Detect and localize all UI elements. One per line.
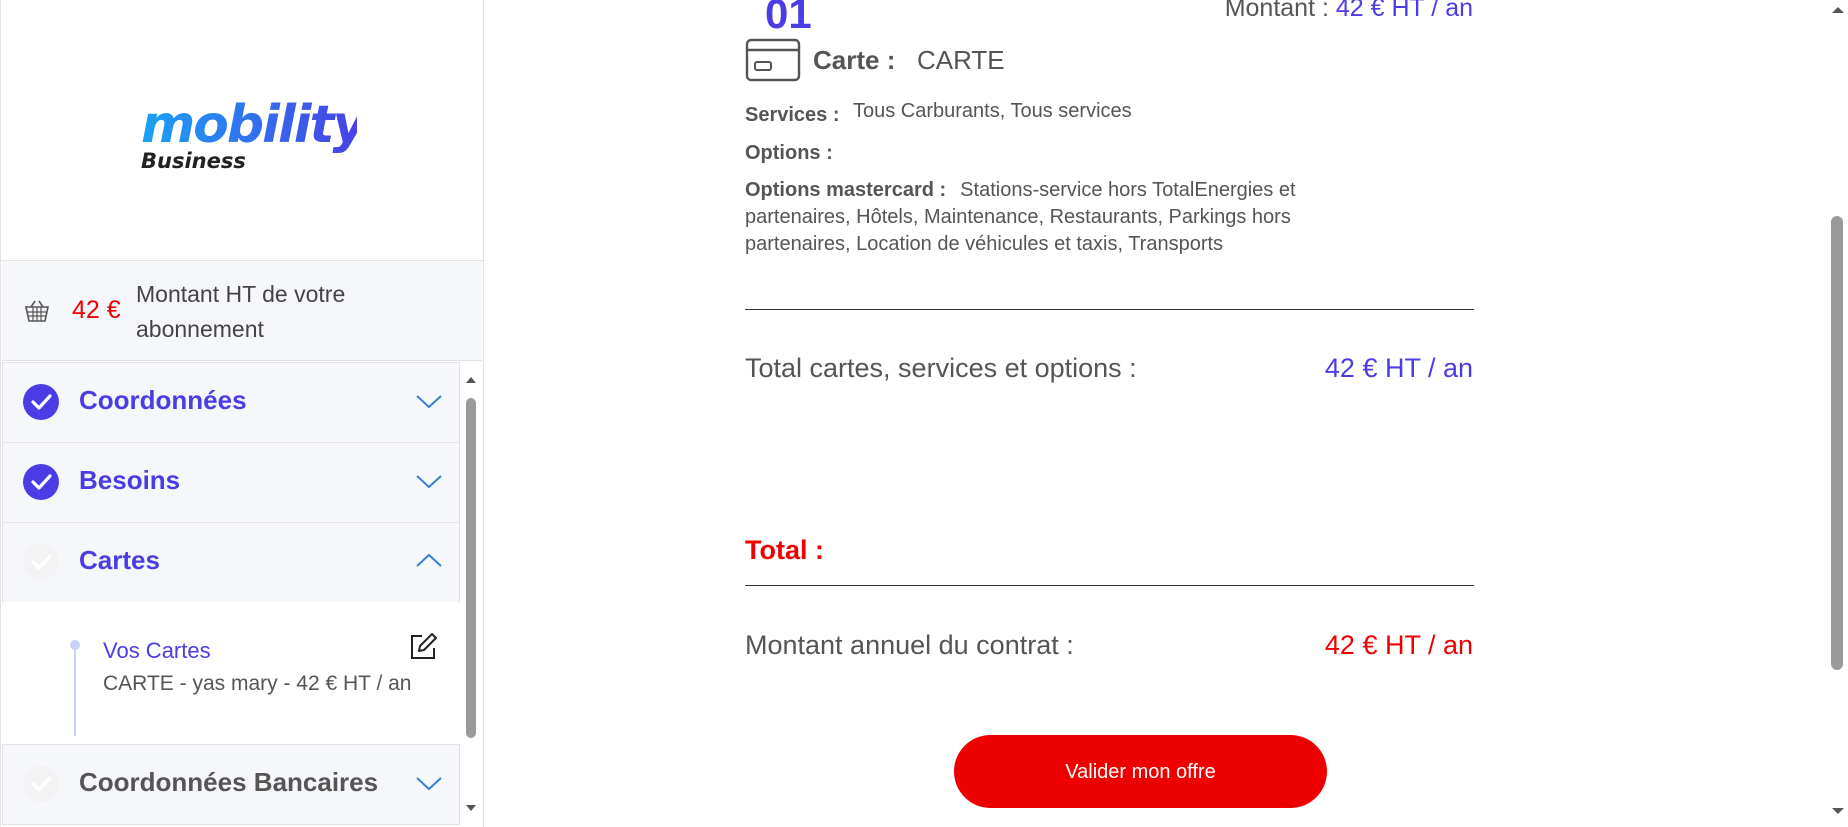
- logo-word: mobility: [141, 95, 357, 155]
- edit-icon[interactable]: [408, 632, 438, 662]
- options-mastercard-label: Options mastercard :: [745, 179, 947, 201]
- options-label: Options :: [745, 142, 833, 164]
- subscription-amount-summary: 42 € Montant HT de votre abonnement: [2, 261, 482, 361]
- card-summary: CARTE - yas mary - 42 € HT / an: [103, 672, 412, 695]
- sidebar: mobility Business 42 € Montant HT de vot…: [0, 0, 484, 827]
- cartes-content: Vos Cartes CARTE - yas mary - 42 € HT / …: [2, 602, 458, 742]
- timeline-line: [74, 644, 76, 736]
- logo-sub: Business: [141, 149, 246, 173]
- check-icon: [23, 464, 59, 500]
- step-title: Coordonnées: [79, 385, 247, 415]
- step-title: Besoins: [79, 465, 181, 495]
- order-summary: 01 Montant : 42 € HT / an Carte : CARTE …: [483, 0, 1828, 827]
- logo-container: mobility Business: [1, 0, 483, 261]
- total-cso-label: Total cartes, services et options :: [745, 353, 1137, 383]
- basket-icon: [25, 300, 49, 322]
- mobility-business-logo: mobility Business: [137, 84, 370, 174]
- steps-accordion: Coordonnées Besoins Cartes Vos Cartes CA…: [2, 362, 460, 827]
- step-coordonnees-bancaires[interactable]: Coordonnées Bancaires: [2, 744, 460, 825]
- scroll-down-arrow-icon[interactable]: [1828, 803, 1848, 819]
- step-coordonnees[interactable]: Coordonnées: [2, 362, 460, 443]
- page-scrollbar[interactable]: [1828, 0, 1848, 827]
- timeline-dot: [70, 640, 80, 650]
- validate-offer-button[interactable]: Valider mon offre: [954, 735, 1327, 808]
- carte-label: Carte :: [813, 45, 896, 75]
- card-icon: [745, 38, 801, 82]
- services-label: Services :: [745, 104, 840, 126]
- step-cartes[interactable]: Cartes: [2, 522, 460, 603]
- total-label: Total :: [745, 535, 824, 565]
- step-besoins[interactable]: Besoins: [2, 442, 460, 523]
- check-icon: [23, 384, 59, 420]
- vos-cartes-title: Vos Cartes: [103, 638, 211, 663]
- divider: [745, 585, 1474, 586]
- step-title: Coordonnées Bancaires: [79, 767, 379, 797]
- services-value: Tous Carburants, Tous services: [853, 100, 1132, 122]
- scroll-up-arrow-icon[interactable]: [463, 372, 479, 388]
- chevron-up-icon[interactable]: [415, 551, 443, 571]
- sidebar-scrollbar[interactable]: [463, 372, 479, 817]
- step-title: Cartes: [79, 545, 160, 575]
- montant-value: 42 € HT / an: [1335, 0, 1473, 22]
- annuel-value: 42 € HT / an: [1324, 630, 1473, 660]
- subscription-amount: 42 €: [72, 296, 121, 324]
- card-montant: Montant : 42 € HT / an: [1225, 0, 1473, 23]
- total-cso-value: 42 € HT / an: [1324, 353, 1473, 383]
- sidebar-scroll-thumb[interactable]: [466, 398, 476, 738]
- check-icon: [23, 544, 59, 580]
- card-number: 01: [765, 0, 812, 37]
- chevron-down-icon[interactable]: [415, 391, 443, 411]
- page-scroll-thumb[interactable]: [1831, 216, 1843, 670]
- chevron-down-icon[interactable]: [415, 471, 443, 491]
- montant-label: Montant :: [1224, 0, 1329, 22]
- chevron-down-icon[interactable]: [415, 773, 443, 793]
- options-mastercard: Options mastercard : Stations-service hor…: [745, 177, 1345, 258]
- divider: [745, 309, 1474, 310]
- carte-value: CARTE: [917, 45, 1005, 75]
- annuel-label: Montant annuel du contrat :: [745, 630, 1074, 660]
- scroll-down-arrow-icon[interactable]: [463, 800, 479, 816]
- subscription-amount-label: Montant HT de votre abonnement: [136, 281, 346, 342]
- scroll-up-arrow-icon[interactable]: [1828, 2, 1848, 18]
- check-icon: [23, 766, 59, 802]
